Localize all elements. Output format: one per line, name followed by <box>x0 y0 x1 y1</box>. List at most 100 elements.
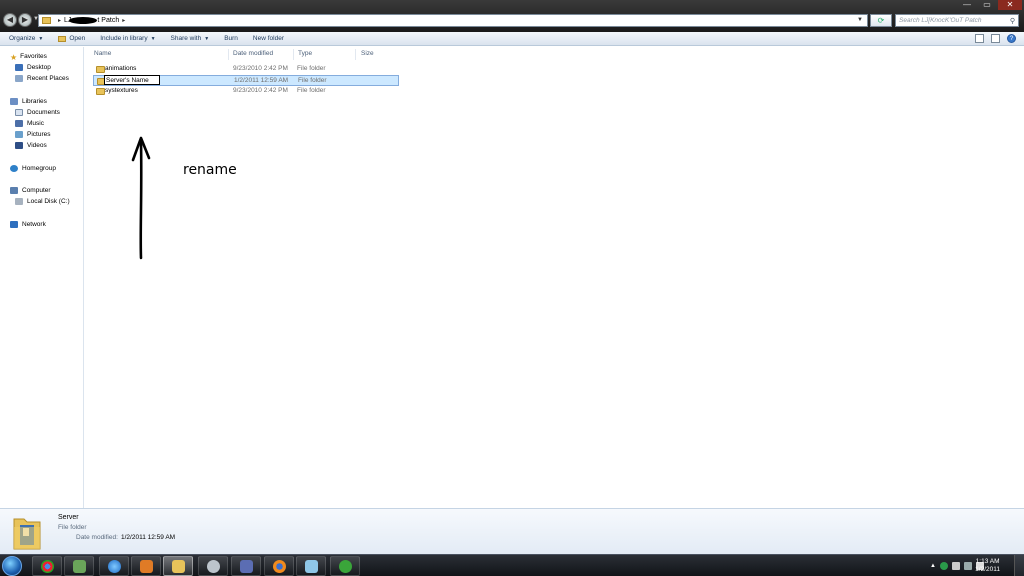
taskbar-media-player[interactable] <box>131 556 161 576</box>
chevron-down-icon[interactable]: ▼ <box>857 17 863 23</box>
folder-icon <box>13 518 41 550</box>
internet-explorer-icon <box>108 560 121 573</box>
address-bar[interactable]: ▸ LJ t Patch ▸ ▼ <box>38 14 868 27</box>
nav-videos-label: Videos <box>27 142 47 149</box>
nav-homegroup-label: Homegroup <box>22 165 56 172</box>
file-date: 9/23/2010 2:42 PM <box>233 65 288 72</box>
folder-icon <box>96 66 105 73</box>
chevron-right-icon[interactable]: ▸ <box>122 17 125 24</box>
show-hidden-icons-icon[interactable]: ▲ <box>930 563 936 569</box>
refresh-button[interactable]: ⟳ <box>870 14 892 27</box>
share-with-button[interactable]: Share with ▼ <box>171 35 210 42</box>
search-icon[interactable]: ⚲ <box>1010 16 1015 27</box>
search-input[interactable]: Search LJ[KnocK'OuT Patch ⚲ <box>895 14 1019 27</box>
nav-documents[interactable]: Documents <box>15 109 60 116</box>
clock-date: 1/2/2011 <box>975 566 1000 573</box>
chevron-down-icon: ▼ <box>38 35 44 42</box>
maximize-button[interactable]: ▭ <box>978 0 996 10</box>
column-separator[interactable] <box>355 49 356 60</box>
burn-button[interactable]: Burn <box>224 35 238 42</box>
column-separator[interactable] <box>228 49 229 60</box>
taskbar: ▲ 1:13 AM 1/2/2011 <box>0 554 1024 576</box>
folder-icon <box>172 560 185 573</box>
nav-favorites[interactable]: ★ Favorites <box>10 53 47 62</box>
nav-music[interactable]: Music <box>15 120 44 127</box>
nav-pictures[interactable]: Pictures <box>15 131 50 138</box>
close-button[interactable]: ✕ <box>998 0 1022 10</box>
minimize-button[interactable]: — <box>958 0 976 10</box>
nav-network-label: Network <box>22 221 46 228</box>
taskbar-explorer[interactable] <box>163 556 193 576</box>
column-header-name[interactable]: Name <box>94 50 111 57</box>
utorrent-icon <box>339 560 352 573</box>
videos-icon <box>15 142 23 149</box>
app-icon <box>305 560 318 573</box>
file-name: systextures <box>105 87 138 94</box>
file-row[interactable]: systextures 9/23/2010 2:42 PM File folde… <box>93 86 399 97</box>
nav-computer[interactable]: Computer <box>10 187 51 194</box>
nav-local-disk[interactable]: Local Disk (C:) <box>15 198 70 205</box>
documents-icon <box>15 109 23 116</box>
annotation-label: rename <box>183 162 237 178</box>
taskbar-app-2[interactable] <box>64 556 94 576</box>
command-bar: Organize ▼ Open Include in library ▼ Sha… <box>0 32 1024 46</box>
include-in-library-button[interactable]: Include in library ▼ <box>100 35 155 42</box>
file-type: File folder <box>297 65 326 72</box>
nav-homegroup[interactable]: Homegroup <box>10 165 56 172</box>
redaction-mark <box>69 17 98 24</box>
nav-computer-label: Computer <box>22 187 51 194</box>
nav-local-disk-label: Local Disk (C:) <box>27 198 70 205</box>
nav-libraries[interactable]: Libraries <box>10 98 47 105</box>
column-header-type[interactable]: Type <box>298 50 312 57</box>
show-desktop-button[interactable] <box>1014 555 1024 576</box>
organize-button[interactable]: Organize ▼ <box>9 35 43 42</box>
system-tray: ▲ <box>924 555 1024 576</box>
chevron-down-icon: ▼ <box>204 35 210 42</box>
tray-flag-icon[interactable] <box>951 562 960 570</box>
nav-desktop[interactable]: Desktop <box>15 64 51 71</box>
file-type: File folder <box>297 87 326 94</box>
taskbar-utorrent[interactable] <box>330 556 360 576</box>
network-status-icon[interactable] <box>963 562 972 570</box>
change-view-icon[interactable] <box>975 34 984 43</box>
app-icon <box>207 560 220 573</box>
nav-network[interactable]: Network <box>10 221 46 228</box>
nav-videos[interactable]: Videos <box>15 142 47 149</box>
open-button[interactable]: Open <box>58 35 85 42</box>
chevron-down-icon: ▼ <box>150 35 156 42</box>
details-date-label: Date modified: <box>76 534 118 541</box>
include-in-library-label: Include in library <box>100 35 148 42</box>
preview-pane-icon[interactable] <box>991 34 1000 43</box>
clock[interactable]: 1:13 AM 1/2/2011 <box>975 558 1000 574</box>
chevron-right-icon[interactable]: ▸ <box>58 17 61 24</box>
taskbar-app-9[interactable] <box>296 556 326 576</box>
people-icon <box>73 560 86 573</box>
taskbar-chrome[interactable] <box>32 556 62 576</box>
nav-recent-places[interactable]: Recent Places <box>15 75 69 82</box>
file-row-selected[interactable]: 1/2/2011 12:59 AM File folder <box>93 75 399 86</box>
music-icon <box>15 120 23 127</box>
back-button[interactable]: ◀ <box>3 13 17 27</box>
file-type: File folder <box>298 77 327 84</box>
nav-favorites-label: Favorites <box>20 53 47 60</box>
breadcrumb-current[interactable]: t Patch <box>97 17 119 24</box>
tray-app-icon[interactable] <box>939 562 948 570</box>
taskbar-app-6[interactable] <box>198 556 228 576</box>
rename-input[interactable] <box>104 75 160 85</box>
help-icon[interactable]: ? <box>1007 34 1016 43</box>
homegroup-icon <box>10 165 18 172</box>
file-date: 1/2/2011 12:59 AM <box>234 77 289 84</box>
taskbar-firefox[interactable] <box>264 556 294 576</box>
new-folder-button[interactable]: New folder <box>253 35 284 42</box>
column-header-size[interactable]: Size <box>361 50 374 57</box>
network-icon <box>10 221 18 228</box>
details-pane: Server File folder Date modified: 1/2/20… <box>0 508 1024 554</box>
app-icon <box>240 560 253 573</box>
taskbar-ie[interactable] <box>99 556 129 576</box>
start-button[interactable] <box>2 556 22 576</box>
forward-button[interactable]: ▶ <box>18 13 32 27</box>
file-row[interactable]: animations 9/23/2010 2:42 PM File folder <box>93 64 399 75</box>
column-separator[interactable] <box>293 49 294 60</box>
taskbar-app-7[interactable] <box>231 556 261 576</box>
column-header-date-modified[interactable]: Date modified <box>233 50 273 57</box>
